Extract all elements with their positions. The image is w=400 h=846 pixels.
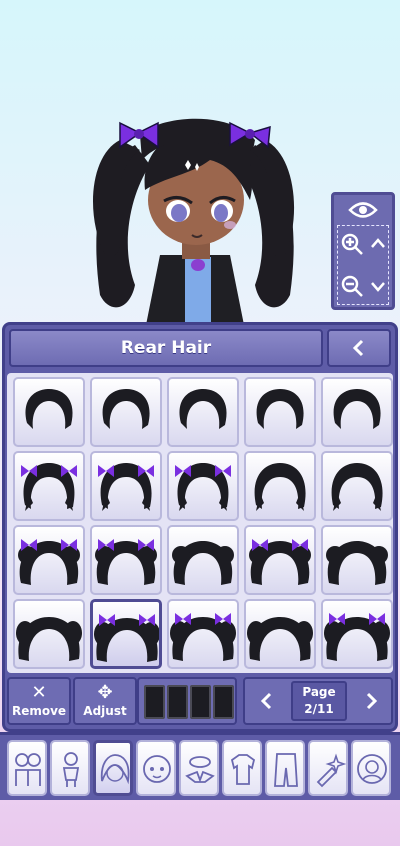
hair-thumbnail (21, 463, 77, 511)
characters-icon (15, 753, 41, 786)
hair-thumbnail (98, 463, 154, 511)
adjust-label: Adjust (83, 704, 127, 718)
hair-option[interactable] (244, 525, 316, 595)
eye-icon[interactable] (348, 199, 378, 221)
color-swatch-3[interactable] (190, 685, 211, 719)
chevron-down-icon[interactable] (366, 274, 390, 298)
bottom-icon (274, 753, 298, 787)
hair-option[interactable] (13, 599, 85, 669)
hair-icon (100, 754, 130, 785)
zoom-grid (337, 225, 389, 305)
page-value: 2/11 (304, 702, 334, 716)
face-icon (143, 755, 171, 783)
hair-thumbnail (175, 463, 231, 511)
hair-thumbnail (94, 614, 159, 662)
hair-thumbnail (18, 539, 80, 585)
tab-face[interactable] (136, 740, 176, 796)
hair-option[interactable] (13, 525, 85, 595)
hair-thumbnail (324, 613, 390, 661)
hair-option[interactable] (321, 377, 393, 447)
hair-thumbnail (170, 613, 236, 661)
color-swatch-4[interactable] (213, 685, 234, 719)
hair-option[interactable] (167, 377, 239, 447)
hair-thumbnail (326, 541, 388, 585)
hair-thumbnail (333, 389, 381, 429)
category-tab-bar (0, 732, 400, 800)
hair-grid (7, 373, 393, 673)
hair-thumbnail (254, 463, 306, 511)
hair-option[interactable] (90, 377, 162, 447)
zoom-out-icon[interactable] (340, 274, 364, 298)
tab-hat[interactable] (179, 740, 219, 796)
hair-thumbnail (331, 463, 383, 511)
hair-thumbnail (25, 389, 73, 429)
panel-title: Rear Hair (9, 329, 323, 367)
tab-hair[interactable] (93, 740, 133, 796)
hair-thumbnail (249, 539, 311, 585)
hat-icon (185, 756, 215, 783)
item-controls: ✕ Remove ✥ Adjust Page 2/11 (7, 677, 393, 727)
hair-option[interactable] (321, 525, 393, 595)
hair-option[interactable] (321, 451, 393, 521)
hair-option[interactable] (90, 525, 162, 595)
hair-option[interactable] (167, 525, 239, 595)
hair-option[interactable] (244, 451, 316, 521)
tab-props[interactable] (308, 740, 348, 796)
hair-option[interactable] (167, 599, 239, 669)
prev-page-button[interactable] (249, 683, 285, 719)
tab-bottom[interactable] (265, 740, 305, 796)
hair-thumbnail (179, 389, 227, 429)
hair-option[interactable] (244, 599, 316, 669)
next-page-button[interactable] (353, 683, 389, 719)
hair-thumbnail (247, 617, 313, 661)
close-icon: ✕ (31, 682, 47, 703)
tab-body[interactable] (50, 740, 90, 796)
hair-thumbnail (95, 539, 157, 585)
character-preview (93, 118, 295, 325)
page-label: Page (302, 685, 336, 699)
chevron-up-icon[interactable] (366, 232, 390, 256)
color-swatch-1[interactable] (144, 685, 165, 719)
hair-selector-panel: Rear Hair ✕ Remove ✥ Adjust Page 2/11 (2, 322, 398, 732)
profile-icon (357, 754, 387, 784)
chevron-left-icon (260, 692, 272, 710)
hair-option[interactable] (244, 377, 316, 447)
hair-color-swatches (137, 677, 237, 725)
tab-characters[interactable] (7, 740, 47, 796)
character-stage (0, 0, 400, 325)
hair-option[interactable] (13, 451, 85, 521)
move-icon: ✥ (97, 682, 113, 703)
remove-label: Remove (11, 704, 67, 718)
chevron-left-icon (352, 339, 364, 357)
body-icon (62, 752, 80, 787)
hair-thumbnail (256, 389, 304, 429)
hair-thumbnail (172, 541, 234, 585)
color-swatch-2[interactable] (167, 685, 188, 719)
chevron-right-icon (366, 692, 378, 710)
back-button[interactable] (327, 329, 391, 367)
hair-option[interactable] (90, 451, 162, 521)
hair-option[interactable] (13, 377, 85, 447)
zoom-in-icon[interactable] (340, 232, 364, 256)
top-icon (230, 754, 256, 785)
hair-thumbnail (102, 389, 150, 429)
hair-option[interactable] (90, 599, 162, 669)
hair-thumbnail (16, 617, 82, 661)
hair-option[interactable] (321, 599, 393, 669)
tab-top[interactable] (222, 740, 262, 796)
page-navigator: Page 2/11 (243, 677, 393, 725)
hair-option[interactable] (167, 451, 239, 521)
camera-controls (331, 192, 395, 310)
adjust-button[interactable]: ✥ Adjust (73, 677, 137, 725)
tab-profile[interactable] (351, 740, 391, 796)
remove-button[interactable]: ✕ Remove (7, 677, 71, 725)
page-indicator: Page 2/11 (291, 681, 347, 721)
props-icon (316, 753, 346, 788)
